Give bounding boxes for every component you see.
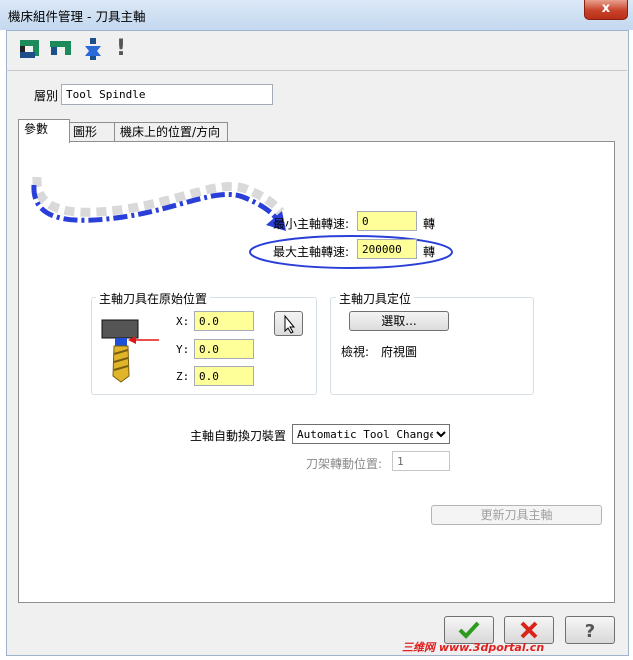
view-value: 府視圖 xyxy=(381,345,418,359)
min-speed-input[interactable] xyxy=(357,211,417,231)
component-type-icon[interactable] xyxy=(18,37,42,61)
min-speed-unit: 轉 xyxy=(423,217,436,231)
update-spindle-button[interactable]: 更新刀具主軸 xyxy=(431,505,602,525)
warning-icon[interactable]: ! xyxy=(116,36,128,62)
z-label: Z: xyxy=(176,370,190,383)
svg-text:?: ? xyxy=(585,621,595,642)
orientation-title: 主軸刀具定位 xyxy=(336,290,415,307)
tab-position-orientation[interactable]: 機床上的位置/方向 xyxy=(114,122,228,142)
layer-input[interactable] xyxy=(61,84,273,105)
max-speed-input[interactable] xyxy=(357,239,417,259)
window-title: 機床組件管理 - 刀具主軸 xyxy=(8,9,146,24)
max-speed-unit: 轉 xyxy=(423,245,436,259)
turret-position-input[interactable] xyxy=(392,451,450,471)
help-button[interactable]: ? xyxy=(565,616,615,644)
tool-icon[interactable] xyxy=(83,37,103,61)
toolbar-divider xyxy=(6,70,627,71)
cursor-arrow-icon xyxy=(284,314,296,334)
x-label: X: xyxy=(176,315,190,328)
help-icon: ? xyxy=(585,621,595,642)
spindle-type-icon[interactable] xyxy=(49,37,73,61)
layer-label: 層別 xyxy=(34,89,59,103)
view-label: 檢視: xyxy=(341,345,370,359)
watermark: 三维网 www.3dportal.cn xyxy=(402,641,545,654)
atc-label: 主軸自動換刀裝置 xyxy=(190,429,287,443)
y-input[interactable] xyxy=(194,339,254,359)
select-orientation-button[interactable]: 選取... xyxy=(349,311,449,331)
z-input[interactable] xyxy=(194,366,254,386)
close-button[interactable]: x xyxy=(584,0,628,20)
spindle-tool-icon xyxy=(101,319,159,383)
turret-position-label: 刀架轉動位置: xyxy=(306,457,383,471)
max-speed-label: 最大主軸轉速: xyxy=(273,245,350,259)
tab-parameters[interactable]: 參數 xyxy=(18,119,70,143)
home-position-title: 主軸刀具在原始位置 xyxy=(96,290,211,307)
x-input[interactable] xyxy=(194,311,254,331)
pick-position-button[interactable] xyxy=(274,311,303,336)
y-label: Y: xyxy=(176,343,190,356)
min-speed-label: 最小主軸轉速: xyxy=(273,217,350,231)
atc-dropdown[interactable]: Automatic Tool Changer xyxy=(292,424,450,444)
tab-graphics[interactable]: 圖形 xyxy=(67,122,117,142)
annotation-arrow-shadow xyxy=(32,176,285,217)
